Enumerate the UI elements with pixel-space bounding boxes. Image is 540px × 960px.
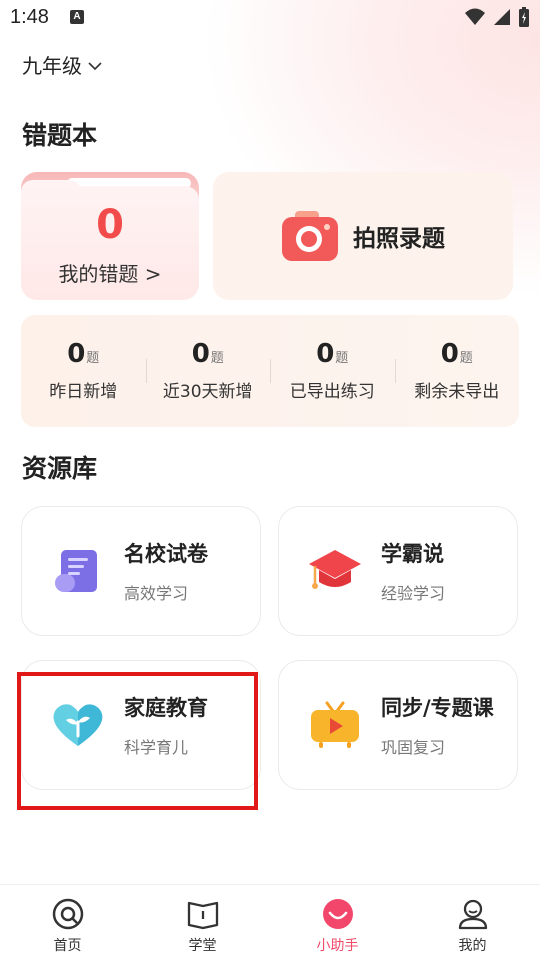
grade-selector[interactable]: 九年级 <box>22 50 102 79</box>
mistake-stats-panel: 0题 昨日新增 0题 近30天新增 0题 已导出练习 0题 剩余未导出 <box>21 315 519 427</box>
resource-section-title: 资源库 <box>22 454 98 483</box>
nav-item-home[interactable]: 首页 <box>0 885 135 960</box>
highlight-box <box>17 672 258 810</box>
resource-card-text: 同步/专题课 巩固复习 <box>381 692 494 758</box>
signal-icon <box>494 9 510 25</box>
status-time: 1:48 <box>10 6 49 28</box>
stat-label: 近30天新增 <box>162 382 253 402</box>
resource-card-top-students[interactable]: 学霸说 经验学习 <box>278 506 518 636</box>
nav-label: 我的 <box>458 938 487 954</box>
mistake-count: 0 <box>96 202 124 248</box>
nav-item-profile[interactable]: 我的 <box>405 885 540 960</box>
status-bar: 1:48 A <box>0 0 540 36</box>
resource-card-exam-papers[interactable]: 名校试卷 高效学习 <box>21 506 261 636</box>
stat-label: 昨日新增 <box>49 382 118 402</box>
my-mistakes-card[interactable]: 0 我的错题 > <box>21 172 199 300</box>
bottom-nav: 首页 学堂 小助手 我的 <box>0 884 540 960</box>
resource-card-text: 学霸说 经验学习 <box>381 538 445 604</box>
photo-entry-card[interactable]: 拍照录题 <box>213 172 513 300</box>
stat-exported[interactable]: 0题 已导出练习 <box>270 315 395 427</box>
stat-last-30-days[interactable]: 0题 近30天新增 <box>145 315 271 427</box>
battery-icon <box>519 7 529 27</box>
graduation-cap-icon <box>307 543 363 599</box>
stat-unit: 题 <box>210 351 224 366</box>
status-icons <box>464 6 530 28</box>
stat-value: 0 <box>316 339 335 369</box>
resource-card-title: 同步/专题课 <box>381 696 494 720</box>
scroll-icon <box>50 543 106 599</box>
nav-item-assistant[interactable]: 小助手 <box>270 885 405 960</box>
profile-icon <box>458 899 487 930</box>
stat-unit: 题 <box>86 351 100 366</box>
stat-label: 已导出练习 <box>289 382 375 402</box>
my-mistakes-label: 我的错题 > <box>58 262 162 286</box>
camera-icon <box>282 211 338 261</box>
resource-card-subtitle: 高效学习 <box>124 584 189 603</box>
resource-card-text: 名校试卷 高效学习 <box>124 538 208 604</box>
resource-card-title: 学霸说 <box>381 542 444 566</box>
stat-unit: 题 <box>459 351 473 366</box>
stat-value: 0 <box>191 339 210 369</box>
stat-label: 剩余未导出 <box>414 382 500 402</box>
stat-unit: 题 <box>335 351 349 366</box>
resource-card-sync-courses[interactable]: 同步/专题课 巩固复习 <box>278 660 518 790</box>
resource-card-title: 名校试卷 <box>124 542 208 566</box>
resource-card-subtitle: 巩固复习 <box>381 738 446 757</box>
photo-entry-label: 拍照录题 <box>353 226 445 252</box>
wifi-icon <box>465 8 485 25</box>
chevron-down-icon <box>88 61 102 70</box>
nav-label: 学堂 <box>188 938 217 954</box>
video-play-icon <box>307 697 363 753</box>
mistake-section-title: 错题本 <box>22 121 98 150</box>
home-icon <box>52 898 83 930</box>
notification-badge: A <box>70 10 84 24</box>
book-icon <box>187 901 218 930</box>
stat-value: 0 <box>440 339 459 369</box>
grade-label: 九年级 <box>22 54 82 78</box>
stat-yesterday[interactable]: 0题 昨日新增 <box>21 315 146 427</box>
assistant-icon <box>322 899 353 929</box>
nav-label: 小助手 <box>316 938 359 954</box>
stat-value: 0 <box>67 339 86 369</box>
nav-label: 首页 <box>53 938 82 954</box>
nav-item-school[interactable]: 学堂 <box>135 885 270 960</box>
resource-card-subtitle: 经验学习 <box>381 584 446 603</box>
stat-remaining[interactable]: 0题 剩余未导出 <box>394 315 520 427</box>
